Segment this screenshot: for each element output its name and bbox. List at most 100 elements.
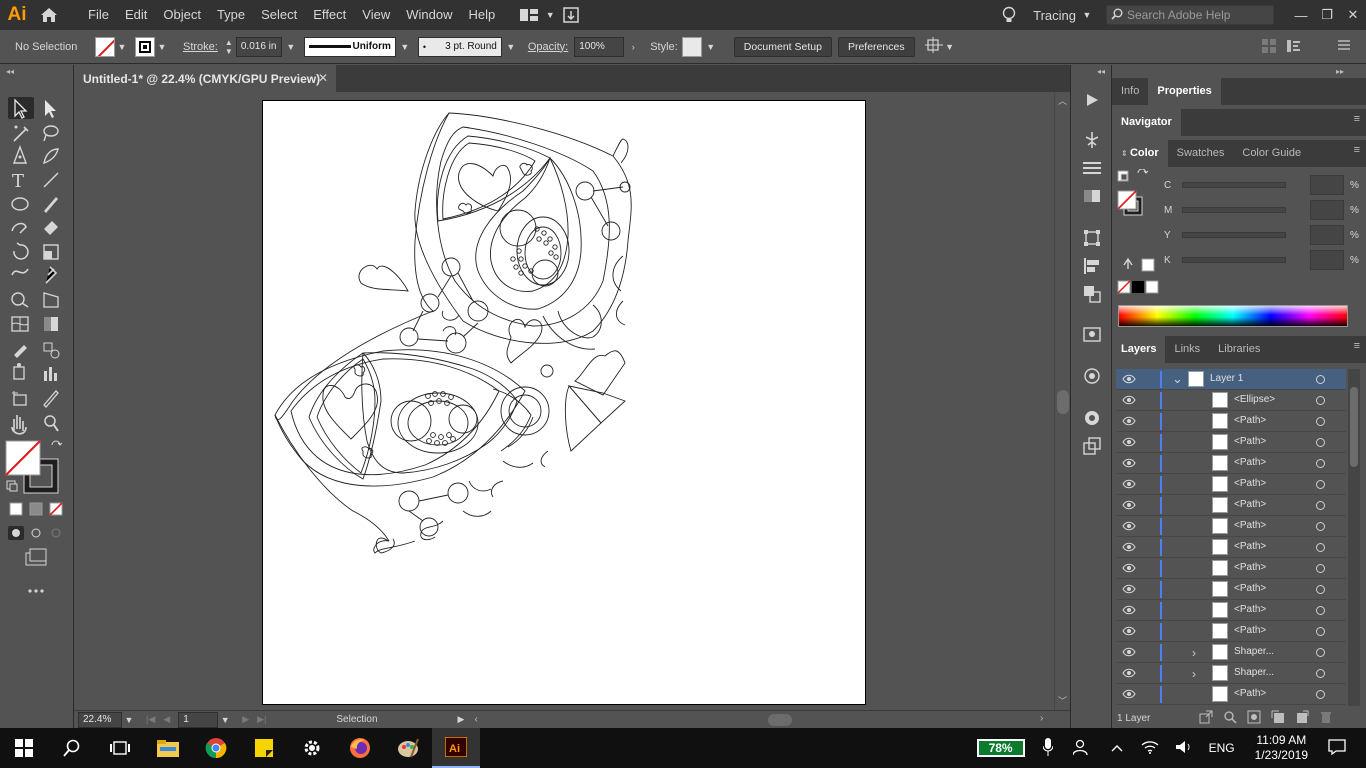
- align-icon[interactable]: [1262, 39, 1276, 56]
- search-field[interactable]: [1106, 5, 1274, 25]
- arrange-documents-icon[interactable]: [515, 0, 543, 30]
- blend-tool[interactable]: [38, 339, 62, 361]
- slice-tool[interactable]: [38, 387, 62, 409]
- layer-name[interactable]: <Path>: [1234, 457, 1266, 468]
- collapse-panel-icon[interactable]: ▸▸: [1336, 67, 1344, 76]
- layer-row[interactable]: › Shaper...: [1116, 642, 1346, 663]
- clock[interactable]: 11:09 AM 1/23/2019: [1255, 733, 1308, 763]
- scroll-left-icon[interactable]: ‹: [474, 714, 477, 725]
- transform-panel-icon[interactable]: [1081, 227, 1103, 249]
- notifications-icon[interactable]: [1328, 738, 1346, 758]
- chevron-right-icon[interactable]: ›: [626, 42, 640, 52]
- menu-edit[interactable]: Edit: [117, 0, 155, 30]
- chevron-down-icon[interactable]: ▼: [543, 10, 557, 20]
- target-circle-icon[interactable]: [1316, 627, 1325, 636]
- direct-selection-tool[interactable]: [38, 97, 62, 119]
- chevron-right-icon[interactable]: ›: [1192, 667, 1196, 681]
- chevron-down-icon[interactable]: ▼: [284, 42, 298, 52]
- visibility-eye-icon[interactable]: [1122, 668, 1136, 678]
- document-tab[interactable]: Untitled-1* @ 22.4% (CMYK/GPU Preview) ✕: [74, 65, 336, 92]
- stroke-stepper[interactable]: ▲ ▼: [224, 38, 234, 56]
- rotate-tool[interactable]: [8, 241, 32, 263]
- symbols-panel-icon[interactable]: [1081, 323, 1103, 345]
- artboard-number-field[interactable]: 1: [178, 711, 219, 728]
- target-circle-icon[interactable]: [1316, 543, 1325, 552]
- layer-name[interactable]: <Ellipse>: [1234, 394, 1275, 405]
- target-circle-icon[interactable]: [1316, 669, 1325, 678]
- layer-name[interactable]: Layer 1: [1210, 373, 1243, 384]
- tab-color[interactable]: ⇕ Color: [1112, 140, 1168, 167]
- microphone-icon[interactable]: [1042, 737, 1054, 759]
- canvas-area[interactable]: [74, 92, 1054, 710]
- collect-export-icon[interactable]: [1199, 710, 1213, 727]
- firefox-icon[interactable]: [336, 728, 384, 768]
- color-spectrum[interactable]: [1118, 305, 1348, 327]
- tab-swatches[interactable]: Swatches: [1168, 140, 1234, 167]
- paint-icon[interactable]: [384, 728, 432, 768]
- locate-object-icon[interactable]: [1223, 710, 1237, 727]
- scroll-up-icon[interactable]: ︿: [1058, 94, 1067, 107]
- tab-libraries[interactable]: Libraries: [1209, 336, 1269, 363]
- layer-name[interactable]: Shaper...: [1234, 646, 1274, 657]
- layer-row[interactable]: <Path>: [1116, 411, 1346, 432]
- vertical-scrollbar[interactable]: ︿ ﹀: [1054, 92, 1070, 710]
- target-circle-icon[interactable]: [1316, 480, 1325, 489]
- stroke-panel-icon[interactable]: [1081, 157, 1103, 179]
- menu-object[interactable]: Object: [155, 0, 209, 30]
- yellow-slider[interactable]: [1182, 232, 1286, 238]
- magenta-slider[interactable]: [1182, 207, 1286, 213]
- document-setup-button[interactable]: Document Setup: [733, 36, 832, 57]
- export-icon[interactable]: [1081, 435, 1103, 457]
- volume-icon[interactable]: [1175, 740, 1193, 757]
- last-artboard-icon[interactable]: ▶|: [257, 714, 266, 725]
- menu-select[interactable]: Select: [253, 0, 305, 30]
- stroke-swatch[interactable]: [135, 36, 155, 57]
- zoom-tool[interactable]: [38, 411, 62, 433]
- ellipse-tool[interactable]: [8, 193, 32, 215]
- chevron-down-icon[interactable]: ▼: [504, 42, 518, 52]
- gradient-tool[interactable]: [38, 313, 62, 335]
- target-circle-icon[interactable]: [1316, 396, 1325, 405]
- vertical-scroll-thumb[interactable]: [1057, 390, 1069, 414]
- appearance-panel-icon[interactable]: [1081, 365, 1103, 387]
- pen-tool[interactable]: [8, 145, 32, 167]
- fill-swatch[interactable]: [95, 36, 115, 57]
- home-icon[interactable]: [34, 0, 64, 30]
- minimize-button[interactable]: —: [1288, 0, 1314, 30]
- opacity-field[interactable]: 100%: [574, 36, 625, 57]
- chevron-down-icon[interactable]: ▼: [398, 42, 412, 52]
- language-indicator[interactable]: ENG: [1209, 741, 1235, 755]
- layer-row-top[interactable]: ⌄ Layer 1: [1116, 369, 1346, 390]
- artboard-tool[interactable]: [8, 387, 32, 409]
- layer-row[interactable]: <Path>: [1116, 495, 1346, 516]
- tab-navigator[interactable]: Navigator: [1112, 109, 1181, 136]
- windows-start-icon[interactable]: [0, 728, 48, 768]
- menu-help[interactable]: Help: [460, 0, 503, 30]
- lasso-tool[interactable]: [38, 123, 62, 145]
- menu-type[interactable]: Type: [209, 0, 253, 30]
- puppet-warp-tool[interactable]: [38, 265, 62, 287]
- visibility-eye-icon[interactable]: [1122, 626, 1136, 636]
- chevron-down-icon[interactable]: ▼: [1080, 10, 1094, 20]
- layer-row[interactable]: <Path>: [1116, 537, 1346, 558]
- stroke-weight-field[interactable]: 0.016 in: [235, 36, 282, 57]
- perspective-grid-tool[interactable]: [38, 289, 62, 311]
- chrome-icon[interactable]: [192, 728, 240, 768]
- eraser-tool[interactable]: [38, 217, 62, 239]
- play-action-icon[interactable]: [1081, 89, 1103, 111]
- shape-builder-tool[interactable]: [8, 289, 32, 311]
- trash-icon[interactable]: [1319, 710, 1333, 727]
- tab-info[interactable]: Info: [1112, 78, 1148, 105]
- panel-menu-icon[interactable]: [1338, 39, 1350, 54]
- task-view-icon[interactable]: [96, 728, 144, 768]
- visibility-eye-icon[interactable]: [1122, 500, 1136, 510]
- black-slider[interactable]: [1182, 257, 1286, 263]
- illustrator-taskbar-icon[interactable]: Ai: [432, 728, 480, 768]
- graphic-styles-icon[interactable]: [1081, 407, 1103, 429]
- chevron-down-icon[interactable]: ▼: [122, 715, 136, 725]
- layer-row[interactable]: <Path>: [1116, 579, 1346, 600]
- target-circle-icon[interactable]: [1316, 606, 1325, 615]
- visibility-eye-icon[interactable]: [1122, 563, 1136, 573]
- visibility-eye-icon[interactable]: [1122, 584, 1136, 594]
- tab-color-guide[interactable]: Color Guide: [1233, 140, 1310, 167]
